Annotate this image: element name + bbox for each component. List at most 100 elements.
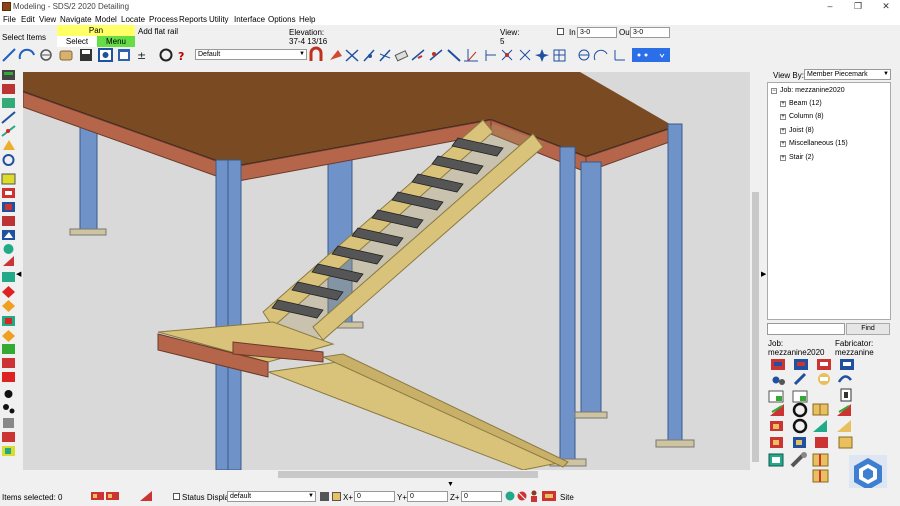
beam-status-icon[interactable] [91,492,104,500]
menu-reports[interactable]: Reports [179,15,207,24]
site-icon[interactable] [542,491,556,501]
tree-item-column[interactable]: + Column (8) [780,113,824,120]
refresh-connection-icon-2[interactable] [792,418,808,434]
bolt-group-icon[interactable] [772,376,786,386]
cut-line-icon[interactable] [411,49,425,61]
hand-icon[interactable] [59,50,73,61]
snap-x-icon[interactable] [501,49,513,61]
tree-item-stair[interactable]: + Stair (2) [780,154,814,161]
link-icon[interactable] [793,372,807,386]
bolt-icon[interactable] [3,418,14,428]
viewport-horizontal-scrollbar[interactable] [23,470,750,479]
member-icon-1[interactable] [2,70,15,80]
model-viewport[interactable] [23,72,750,470]
member-icon-11[interactable] [2,216,15,226]
view-by-combo[interactable]: Member Piecemark ▼ [804,69,891,80]
tree-item-joist[interactable]: + Joist (8) [780,127,814,134]
stair-icon-3[interactable] [813,420,827,432]
angle-icon[interactable] [429,49,443,61]
dot-icon-2[interactable] [3,404,15,414]
star-icon[interactable] [535,49,549,62]
menu-process[interactable]: Process [149,15,178,24]
slope-icon[interactable] [447,49,461,62]
horizontal-scroll-thumb[interactable] [278,471,538,478]
collapse-bottom-icon[interactable]: ▼ [447,481,454,488]
in-field[interactable]: 3-0 [577,27,617,38]
measure-icon[interactable] [485,50,496,61]
member-icon-8[interactable] [1,173,16,185]
member-icon-18[interactable] [2,316,15,326]
wrench-icon[interactable] [790,452,807,468]
person-icon[interactable] [531,490,537,503]
globe-icon[interactable] [505,491,515,501]
status-display-checkbox[interactable] [173,493,180,500]
x-field[interactable]: 0 [354,491,395,502]
dot-icon-1[interactable] [4,390,13,398]
expand-icon[interactable]: + [780,141,786,147]
member-icon-24[interactable] [2,446,15,456]
piecemark-tree[interactable]: − Job: mezzanine2020 + Beam (12) + Column (… [767,82,891,320]
grid-icon[interactable] [553,49,566,62]
circle-cross-icon[interactable] [578,49,590,61]
menu-edit[interactable]: Edit [21,15,35,24]
erase-icon[interactable] [394,50,409,62]
viewport-vertical-scrollbar[interactable] [751,72,760,470]
member-icon-12[interactable] [2,230,15,240]
angle-clip-icon[interactable] [818,373,830,385]
expand-icon[interactable]: − [771,88,777,94]
tree-root[interactable]: − Job: mezzanine2020 [771,87,845,94]
frame-icon-2[interactable] [812,469,829,483]
member-icon-7[interactable] [2,154,15,166]
member-icon-13[interactable] [3,244,14,254]
member-icon-9[interactable] [2,188,15,198]
line-tool-icon[interactable] [2,48,16,62]
lock-icon[interactable] [320,492,329,501]
frame-icon[interactable] [812,453,829,467]
stop-icon[interactable] [517,491,527,501]
save-icon[interactable] [80,49,92,61]
diagonal-icon-1[interactable] [363,49,375,62]
cross-arrow-icon[interactable] [519,49,531,61]
member-icon-2[interactable] [2,84,15,94]
tree-item-beam[interactable]: + Beam (12) [780,100,822,107]
cross-icon[interactable] [345,49,359,62]
menu-file[interactable]: File [3,15,16,24]
snap-grid-icon[interactable] [332,492,341,501]
arc-tool-icon[interactable] [18,48,35,60]
pan-button[interactable]: Pan [57,25,135,36]
beam-icon-4[interactable] [838,436,853,449]
menu-view[interactable]: View [39,15,56,24]
connection-icon-2[interactable] [794,359,808,370]
expand-icon[interactable]: + [780,155,786,161]
connection-icon-1[interactable] [771,359,785,370]
plate-icon-2[interactable] [792,390,808,403]
beam-status-icon-2[interactable] [106,492,119,500]
member-icon-5[interactable] [1,125,16,137]
member-icon-16[interactable] [2,286,15,298]
stair-icon-4[interactable] [837,420,851,432]
beam-icon-3[interactable] [815,437,828,448]
beam-icon-2[interactable] [793,437,806,448]
member-icon-10[interactable] [2,202,15,212]
find-button[interactable]: Find [846,323,890,335]
diagonal-icon-2[interactable] [379,49,391,62]
connection-icon-3[interactable] [817,359,831,370]
expand-icon[interactable]: + [780,128,786,134]
y-field[interactable]: 0 [407,491,448,502]
close-icon[interactable]: ✕ [876,1,896,12]
gusset-icon[interactable] [770,421,783,431]
snake-icon[interactable] [837,375,852,383]
window-icon[interactable] [98,48,113,62]
stair-icon-2[interactable] [837,404,851,416]
beam-icon-1[interactable] [770,437,783,448]
member-icon-19[interactable] [2,330,15,342]
menu-model[interactable]: Model [95,15,117,24]
help-icon[interactable]: ? [178,50,184,63]
arc-icon[interactable] [593,49,608,61]
member-icon-20[interactable] [2,344,15,354]
member-icon-21[interactable] [2,358,15,368]
rotate-icon[interactable] [40,49,52,61]
member-icon-14[interactable] [3,256,14,266]
stair-status-icon[interactable] [140,491,152,501]
connection-icon-4[interactable] [840,359,854,370]
